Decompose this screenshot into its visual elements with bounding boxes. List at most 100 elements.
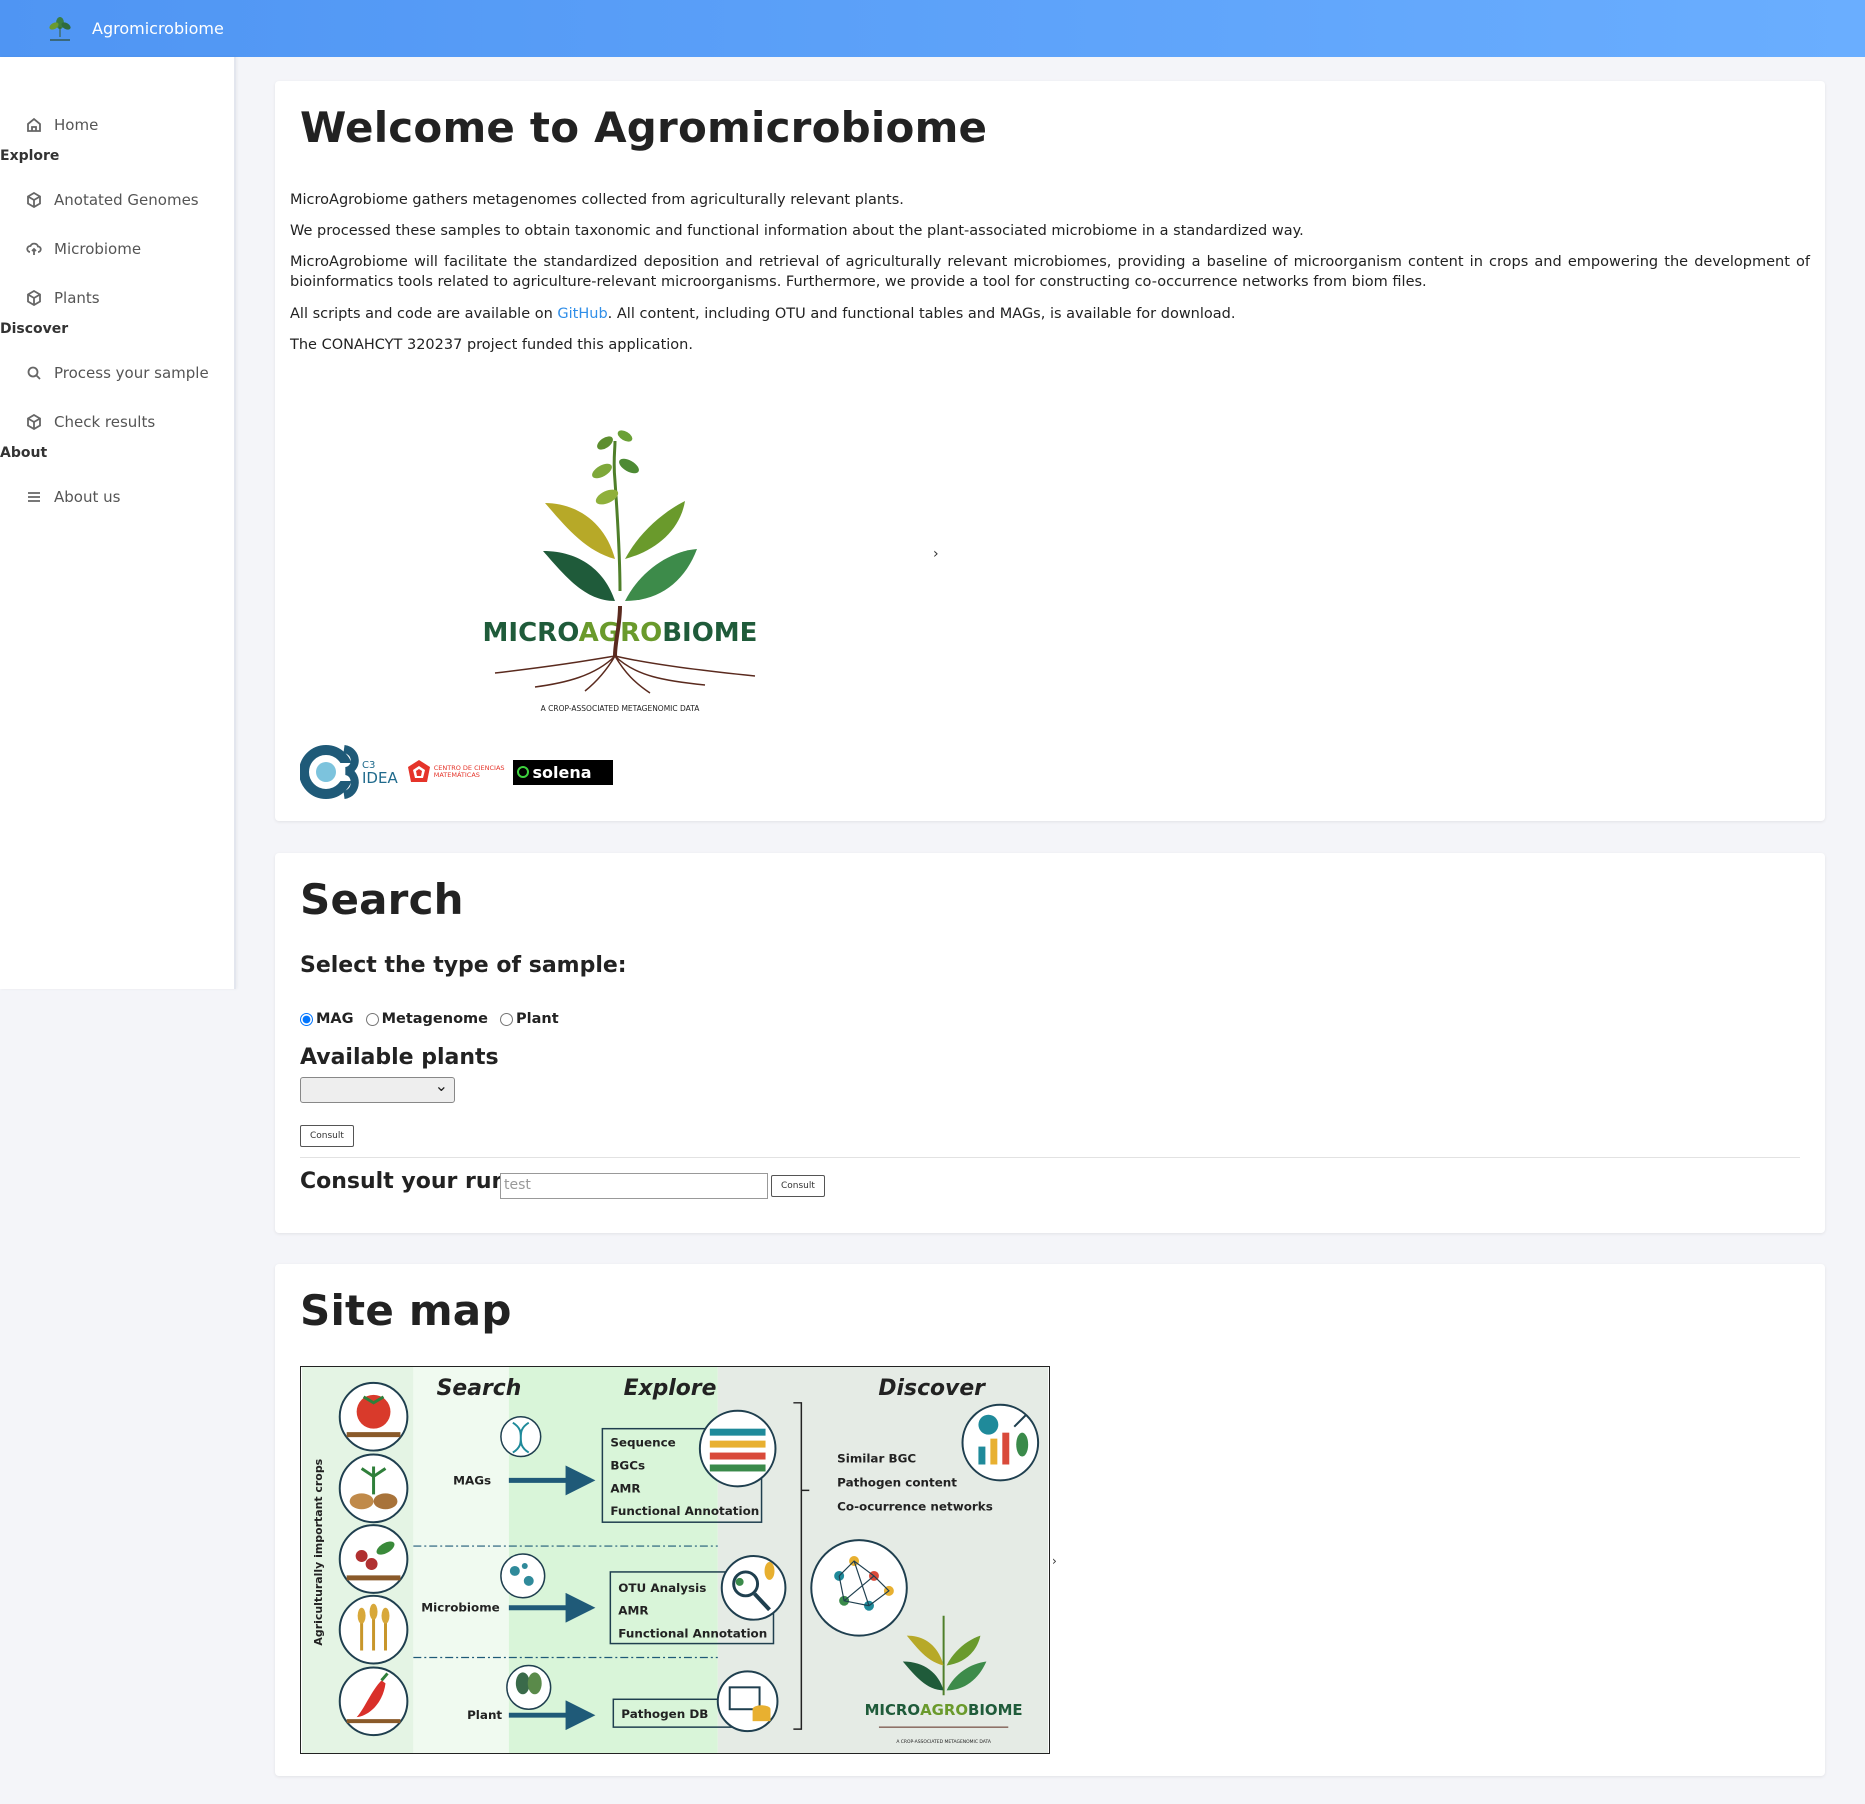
explore-microbiome-item: AMR: [618, 1604, 648, 1618]
search-card: Search Select the type of sample: MAG Me…: [275, 853, 1825, 1233]
otu-analysis-icon: [720, 1555, 787, 1621]
bgc-chart-icon: [961, 1403, 1040, 1482]
crop-tomato-icon: [338, 1381, 409, 1452]
sidebar-item-label: Check results: [54, 413, 156, 431]
sequence-icon: [698, 1409, 777, 1488]
sidebar-heading-about: About: [0, 445, 48, 461]
sample-type-label: Select the type of sample:: [300, 953, 627, 978]
divider: [300, 1157, 1800, 1158]
sidebar-item-label: Home: [54, 116, 99, 134]
available-plants-label: Available plants: [300, 1045, 499, 1070]
sitemap-title: Site map: [300, 1286, 512, 1335]
app-logo-icon[interactable]: [40, 9, 80, 49]
sidebar-item-check-results[interactable]: Check results: [26, 410, 155, 434]
crop-wheat-icon: [338, 1594, 409, 1665]
sitemap-col-discover: Discover: [878, 1376, 986, 1401]
sidebar-item-process-sample[interactable]: Process your sample: [26, 361, 209, 385]
sitemap-side-label: Agriculturally important crops: [312, 1459, 325, 1646]
logo-text-micro: MICRO: [483, 618, 579, 648]
discover-item: Pathogen content: [837, 1475, 957, 1489]
idea-logo: C3 IDEA: [362, 760, 398, 787]
sitemap-card: Site map Search Explore Discover Agricul…: [275, 1264, 1825, 1776]
welcome-paragraph: We processed these samples to obtain tax…: [290, 223, 1304, 239]
home-icon: [27, 117, 41, 132]
sitemap-diagram: Search Explore Discover Agriculturally i…: [300, 1366, 1050, 1754]
list-icon: [28, 492, 40, 502]
solena-logo: solena: [512, 759, 613, 785]
run-input[interactable]: test: [500, 1173, 768, 1199]
discover-item: Co-ocurrence networks: [837, 1499, 993, 1513]
app-title[interactable]: Agromicrobiome: [92, 19, 224, 38]
sidebar-item-label: Process your sample: [54, 364, 209, 382]
search-icon: [27, 366, 41, 380]
microagrobiome-logo: MICROAGROBIOME A CROP-ASSOCIATED METAGEN…: [483, 430, 757, 713]
sitemap-row-mags: MAGs: [453, 1473, 491, 1487]
explore-microbiome-item: OTU Analysis: [618, 1581, 706, 1595]
welcome-paragraph: MicroAgrobiome gathers metagenomes colle…: [290, 192, 904, 208]
microbes-icon: [500, 1553, 546, 1599]
sidebar-item-label: Plants: [54, 289, 100, 307]
sidebar-item-label: Anotated Genomes: [54, 191, 199, 209]
sidebar-heading-explore: Explore: [0, 148, 60, 164]
sidebar-item-label: About us: [54, 488, 121, 506]
carousel-next-button[interactable]: ›: [933, 546, 939, 562]
plants-select[interactable]: [300, 1076, 455, 1103]
explore-mags-item: BGCs: [610, 1458, 645, 1472]
welcome-paragraph: MicroAgrobiome will facilitate the stand…: [290, 254, 1810, 290]
radio-metagenome[interactable]: Metagenome: [365, 1011, 488, 1027]
crop-potato-icon: [338, 1453, 409, 1524]
radio-mag-input[interactable]: [300, 1012, 313, 1026]
consult-run-label: Consult your run: [300, 1169, 508, 1194]
cube-icon: [27, 192, 41, 208]
ccm-logo: CENTRO DE CIENCIAS MATEMÁTICAS: [433, 764, 505, 779]
cloud-upload-icon: [26, 242, 42, 255]
sidebar-item-plants[interactable]: Plants: [26, 286, 100, 310]
radio-plant[interactable]: Plant: [499, 1011, 559, 1027]
sitemap-row-microbiome: Microbiome: [421, 1601, 499, 1615]
svg-text:MICROAGROBIOME: MICROAGROBIOME: [865, 1701, 1023, 1719]
network-icon: [810, 1539, 908, 1637]
sample-type-radio-group: MAG Metagenome Plant: [300, 1011, 571, 1027]
svg-text:A CROP-ASSOCIATED METAGENOMIC: A CROP-ASSOCIATED METAGENOMIC DATA: [896, 1739, 991, 1745]
sidebar-item-about-us[interactable]: About us: [26, 485, 120, 509]
logo-tagline: A CROP-ASSOCIATED METAGENOMIC DATA: [541, 704, 701, 713]
sidebar: Home Explore Anotated Genomes Microbiome…: [0, 57, 236, 989]
sidebar-item-label: Microbiome: [54, 240, 142, 258]
top-bar: Agromicrobiome: [0, 0, 1865, 57]
c3-logo: [300, 745, 360, 799]
sidebar-item-anotated-genomes[interactable]: Anotated Genomes: [26, 188, 199, 212]
explore-microbiome-item: Functional Annotation: [618, 1627, 767, 1641]
welcome-card: Welcome to Agromicrobiome MicroAgrobiome…: [275, 81, 1825, 821]
cube-icon: [27, 290, 41, 306]
sitemap-col-explore: Explore: [624, 1376, 717, 1401]
consult-button[interactable]: Consult: [300, 1125, 354, 1147]
explore-plant-item: Pathogen DB: [621, 1707, 708, 1721]
sidebar-item-microbiome[interactable]: Microbiome: [26, 237, 141, 261]
sidebar-heading-discover: Discover: [0, 321, 69, 337]
radio-metagenome-input[interactable]: [365, 1012, 379, 1026]
welcome-paragraph: The CONAHCYT 320237 project funded this …: [290, 337, 693, 353]
search-title: Search: [300, 875, 464, 924]
crop-coffee-icon: [338, 1524, 409, 1594]
logo-text-biome: BIOME: [662, 618, 757, 648]
sitemap-row-plant: Plant: [467, 1708, 502, 1722]
sitemap-col-search: Search: [437, 1376, 522, 1401]
pathogen-db-icon: [716, 1670, 779, 1733]
explore-mags-item: AMR: [610, 1481, 640, 1495]
cube-icon: [27, 414, 41, 430]
crop-chili-icon: [338, 1666, 409, 1737]
welcome-title: Welcome to Agromicrobiome: [300, 103, 988, 152]
sidebar-item-home[interactable]: Home: [26, 113, 98, 137]
explore-mags-item: Functional Annotation: [610, 1504, 759, 1518]
sitemap-next-button[interactable]: ›: [1052, 1554, 1057, 1568]
welcome-paragraph: All scripts and code are available on Gi…: [290, 306, 1236, 322]
partner-logos: C3 IDEA CENTRO DE CIENCIAS MATEMÁTICAS s…: [300, 741, 613, 803]
explore-mags-item: Sequence: [610, 1436, 675, 1450]
radio-mag[interactable]: MAG: [300, 1011, 354, 1027]
solena-icon: [516, 766, 529, 778]
discover-item: Similar BGC: [837, 1452, 916, 1466]
run-consult-button[interactable]: Consult: [771, 1175, 825, 1197]
ccm-logo-icon: [407, 760, 430, 782]
radio-plant-input[interactable]: [499, 1012, 513, 1026]
github-link[interactable]: GitHub: [557, 306, 607, 322]
